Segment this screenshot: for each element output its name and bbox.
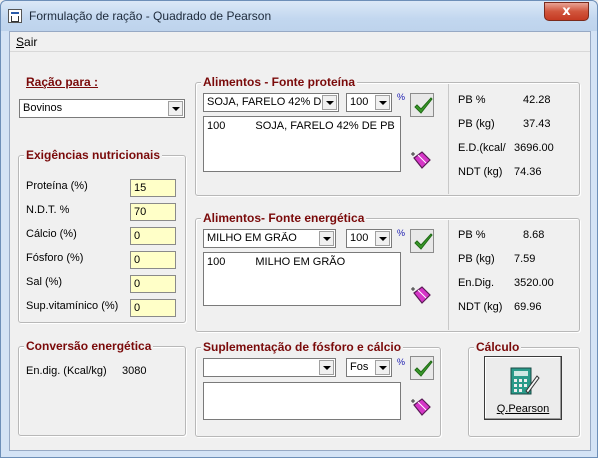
suplementacao-title: Suplementação de fósforo e cálcio [201, 340, 404, 354]
clear-energetica-button[interactable] [410, 283, 434, 307]
q-pearson-label: Q.Pearson [496, 403, 550, 415]
check-icon [414, 97, 433, 114]
energetica-qty-select[interactable]: 100 [346, 229, 392, 248]
proteica-divider [448, 84, 449, 194]
conversao-group [18, 346, 186, 436]
title-bar: Formulação de ração - Quadrado de Pearso… [1, 1, 597, 31]
suplementacao-qty-value: Fos [350, 361, 369, 373]
proteica-qty-value: 100 [350, 96, 369, 108]
proteica-qty-select[interactable]: 100 [346, 93, 392, 112]
energetica-stat-label: En.Dig. [458, 277, 495, 289]
energetica-divider [448, 220, 449, 330]
proteica-pct: % [397, 92, 406, 102]
energetica-stat-label: NDT (kg) [458, 301, 503, 313]
energetica-title: Alimentos- Fonte energética [201, 211, 367, 225]
proteina-label: Proteína (%) [26, 180, 88, 192]
check-icon [414, 360, 433, 377]
list-item-qty: 100 [207, 120, 226, 132]
racao-select-value: Bovinos [23, 102, 63, 114]
clear-proteica-button[interactable] [410, 148, 434, 172]
chevron-down-icon[interactable] [168, 101, 183, 116]
proteica-stat-label: NDT (kg) [458, 166, 503, 178]
suplementacao-list[interactable] [203, 382, 401, 420]
suplementacao-food-select[interactable] [203, 358, 336, 377]
endig-label: En.dig. (Kcal/kg) [26, 365, 107, 377]
proteica-stat-value: 74.36 [514, 166, 542, 178]
proteica-food-value: SOJA, FARELO 42% D [207, 96, 322, 108]
proteica-stat-label: PB (kg) [458, 118, 495, 130]
list-item[interactable]: 100 MILHO EM GRÃO [207, 256, 345, 268]
close-button[interactable]: x [544, 2, 589, 21]
energetica-stat-label: PB % [458, 229, 486, 241]
list-item-qty: 100 [207, 256, 226, 268]
calcio-input[interactable]: 0 [130, 227, 176, 245]
exigencias-title: Exigências nutricionais [24, 148, 163, 162]
clear-suplementacao-button[interactable] [410, 395, 434, 419]
energetica-list[interactable]: 100 MILHO EM GRÃO [203, 252, 401, 306]
proteica-food-select[interactable]: SOJA, FARELO 42% D [203, 93, 339, 112]
add-energetica-button[interactable] [410, 229, 434, 253]
chevron-down-icon[interactable] [319, 231, 334, 246]
menu-sair-rest: air [24, 35, 38, 49]
racao-title: Ração para : [24, 75, 101, 89]
energetica-stat-value: 69.96 [514, 301, 542, 313]
energetica-food-select[interactable]: MILHO EM GRÃO [203, 229, 336, 248]
calculator-icon [510, 367, 540, 395]
energetica-stat-value: 7.59 [514, 253, 536, 265]
chevron-down-icon[interactable] [375, 95, 390, 110]
client-area: Sair Ração para : Bovinos Exigências nut… [9, 31, 591, 451]
energetica-qty-value: 100 [350, 232, 369, 244]
suplementacao-qty-select[interactable]: Fos [346, 358, 392, 377]
racao-select[interactable]: Bovinos [19, 99, 185, 118]
add-proteica-button[interactable] [410, 93, 434, 117]
list-item-name: SOJA, FARELO 42% DE PB [255, 120, 395, 132]
supvit-input[interactable]: 0 [130, 299, 176, 317]
proteica-list[interactable]: 100 SOJA, FARELO 42% DE PB [203, 116, 401, 172]
chevron-down-icon[interactable] [319, 360, 334, 375]
proteica-stat-value: 42.28 [523, 94, 551, 106]
energetica-stat-label: PB (kg) [458, 253, 495, 265]
list-item-name: MILHO EM GRÃO [255, 256, 346, 268]
calcio-label: Cálcio (%) [26, 228, 77, 240]
endig-value: 3080 [122, 365, 147, 377]
proteica-stat-label: PB % [458, 94, 486, 106]
list-item[interactable]: 100 SOJA, FARELO 42% DE PB [207, 120, 395, 132]
supvit-label: Sup.vitamínico (%) [26, 300, 119, 312]
suplementacao-pct: % [397, 357, 406, 367]
eraser-icon [411, 151, 431, 169]
calculo-title: Cálculo [474, 340, 522, 354]
menu-sair[interactable]: Sair [16, 35, 37, 49]
fosforo-input[interactable]: 0 [130, 251, 176, 269]
energetica-stat-value: 8.68 [523, 229, 545, 241]
energetica-food-value: MILHO EM GRÃO [207, 232, 297, 244]
sal-label: Sal (%) [26, 276, 63, 288]
eraser-icon [411, 398, 431, 416]
chevron-down-icon[interactable] [375, 231, 390, 246]
app-icon [8, 9, 22, 23]
menu-bar: Sair [10, 32, 590, 52]
proteina-input[interactable]: 15 [130, 179, 176, 197]
window-title: Formulação de ração - Quadrado de Pearso… [29, 9, 272, 23]
chevron-down-icon[interactable] [375, 360, 390, 375]
energetica-stat-value: 3520.00 [514, 277, 554, 289]
app-window: Formulação de ração - Quadrado de Pearso… [0, 0, 598, 458]
proteica-stat-value: 37.43 [523, 118, 551, 130]
menu-sair-mnemonic: S [16, 35, 25, 49]
eraser-icon [411, 286, 431, 304]
q-pearson-button[interactable]: Q.Pearson [484, 356, 562, 420]
check-icon [414, 233, 433, 250]
fosforo-label: Fósforo (%) [26, 252, 84, 264]
conversao-title: Conversão energética [24, 339, 154, 353]
sal-input[interactable]: 0 [130, 275, 176, 293]
proteica-stat-value: 3696.00 [514, 142, 554, 154]
chevron-down-icon[interactable] [322, 95, 337, 110]
proteica-title: Alimentos - Fonte proteína [201, 75, 358, 89]
ndt-input[interactable]: 70 [130, 203, 176, 221]
energetica-pct: % [397, 228, 406, 238]
add-suplementacao-button[interactable] [410, 356, 434, 380]
proteica-stat-label: E.D.(kcal/ [458, 142, 506, 154]
ndt-label: N.D.T. % [26, 204, 70, 216]
